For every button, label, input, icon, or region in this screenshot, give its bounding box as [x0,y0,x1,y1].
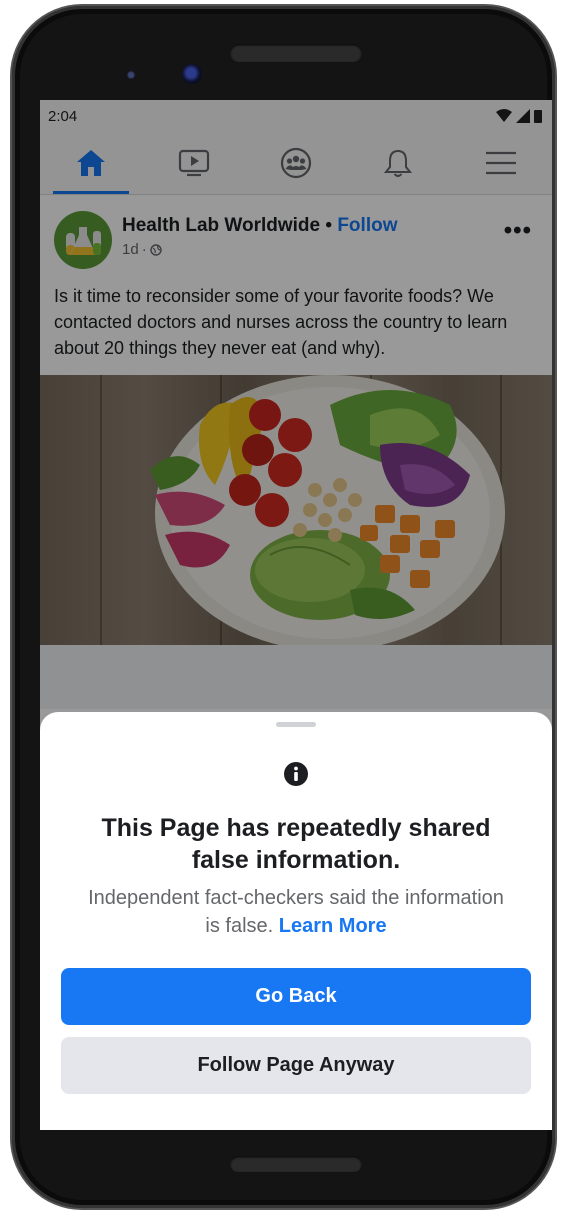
phone-camera [182,64,202,84]
warning-bottom-sheet: This Page has repeatedly shared false in… [40,712,552,1130]
go-back-button[interactable]: Go Back [61,968,531,1025]
learn-more-link[interactable]: Learn More [279,915,387,937]
phone-speaker [230,44,362,62]
sheet-title: This Page has repeatedly shared false in… [101,814,491,874]
phone-sensor [127,71,135,79]
follow-anyway-button[interactable]: Follow Page Anyway [61,1037,531,1094]
info-icon [284,762,308,786]
app-screen: 2:04 Health Lab Worldwide • Follow 1d · … [40,100,552,1130]
sheet-body: Independent fact-checkers said the infor… [80,884,512,940]
phone-bottom-speaker [230,1156,362,1172]
sheet-drag-handle[interactable] [276,722,316,727]
